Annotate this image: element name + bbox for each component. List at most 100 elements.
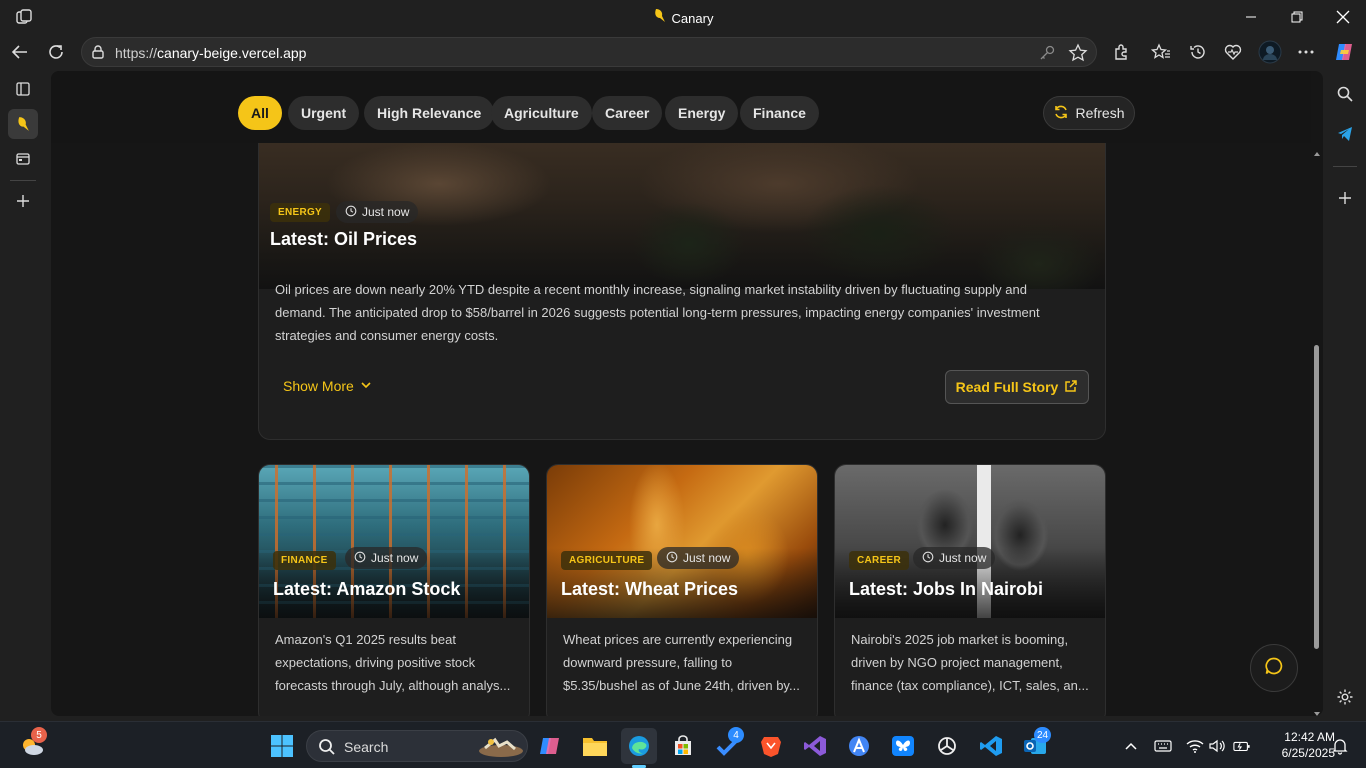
window-title-text: Canary <box>671 11 714 26</box>
clock-date: 6/25/2025 <box>1281 746 1335 760</box>
filter-chip-energy[interactable]: Energy <box>665 96 739 130</box>
scroll-down-arrow-icon[interactable] <box>1313 705 1321 716</box>
navigation-bar: https://canary-beige.vercel.app <box>0 33 1366 71</box>
title-bar: Canary <box>0 0 1366 33</box>
filter-bar: All Urgent High Relevance Agriculture Ca… <box>51 71 1311 143</box>
battery-icon[interactable] <box>1233 737 1251 755</box>
timestamp-text: Just now <box>683 551 731 565</box>
clock-icon <box>354 551 366 566</box>
news-card-career[interactable]: CAREER Just now Latest: Jobs In Nairobi … <box>834 464 1106 716</box>
clock-time: 12:42 AM <box>1284 730 1335 744</box>
back-button[interactable] <box>5 37 35 67</box>
filter-chip-agriculture[interactable]: Agriculture <box>491 96 592 130</box>
category-badge: CAREER <box>849 551 910 570</box>
category-badge: FINANCE <box>273 551 336 570</box>
left-sidebar <box>0 71 46 721</box>
chevron-down-icon <box>360 378 372 394</box>
vscode-icon[interactable] <box>973 728 1009 764</box>
clock-icon <box>922 551 934 566</box>
reload-button[interactable] <box>41 37 71 67</box>
featured-title: Latest: Oil Prices <box>270 229 418 249</box>
copilot-icon[interactable] <box>1329 37 1359 67</box>
more-menu-icon[interactable] <box>1291 37 1321 67</box>
sidebar-divider <box>10 180 36 181</box>
category-badge: AGRICULTURE <box>561 551 653 570</box>
search-highlight-image <box>477 736 525 758</box>
close-button[interactable] <box>1320 0 1366 33</box>
bluesky-app-icon[interactable] <box>885 728 921 764</box>
microsoft-store-icon[interactable] <box>665 728 701 764</box>
timestamp-pill: Just now <box>657 547 740 569</box>
android-studio-icon[interactable] <box>841 728 877 764</box>
wifi-icon[interactable] <box>1186 737 1204 755</box>
outlook-badge: 24 <box>1034 727 1052 743</box>
file-explorer-icon[interactable] <box>577 728 613 764</box>
system-clock[interactable]: 12:42 AM 6/25/2025 <box>1255 729 1335 761</box>
refresh-button[interactable]: Refresh <box>1043 96 1135 130</box>
add-app-icon[interactable] <box>1333 186 1357 210</box>
tab-page-icon[interactable] <box>8 144 38 174</box>
window-title: Canary <box>0 8 1366 26</box>
visual-studio-icon[interactable] <box>797 728 833 764</box>
show-hidden-icons-chevron-up-icon[interactable] <box>1122 737 1140 755</box>
search-label: Search <box>344 739 389 755</box>
history-icon[interactable] <box>1183 37 1213 67</box>
extensions-icon[interactable] <box>1106 37 1136 67</box>
chatgpt-app-icon[interactable] <box>929 728 965 764</box>
filter-chip-all[interactable]: All <box>238 96 282 130</box>
filter-chip-urgent[interactable]: Urgent <box>288 96 360 130</box>
card-summary: Amazon's Q1 2025 results beat expectatio… <box>275 632 511 693</box>
scrollbar-thumb[interactable] <box>1314 345 1319 649</box>
sidebar-divider <box>1333 166 1357 167</box>
category-badge: ENERGY <box>270 203 331 222</box>
news-card-finance[interactable]: FINANCE Just now Latest: Amazon Stock Am… <box>258 464 530 716</box>
featured-news-card[interactable]: ENERGY Just now Latest: Oil Prices Oil p… <box>258 123 1106 440</box>
show-more-button[interactable]: Show More <box>283 378 372 394</box>
web-content: ENERGY Just now Latest: Oil Prices Oil p… <box>51 71 1323 716</box>
key-icon[interactable] <box>1037 43 1057 63</box>
url-prefix: https:// <box>115 45 158 61</box>
favorites-icon[interactable] <box>1146 37 1176 67</box>
card-title: Latest: Jobs In Nairobi <box>849 579 1044 599</box>
timestamp-text: Just now <box>371 551 419 565</box>
tab-actions-icon[interactable] <box>8 74 38 104</box>
start-button[interactable] <box>264 728 300 764</box>
copilot-app-icon[interactable] <box>532 728 568 764</box>
read-full-story-button[interactable]: Read Full Story <box>945 370 1089 404</box>
edge-browser-icon[interactable] <box>621 728 657 764</box>
scroll-up-arrow-icon[interactable] <box>1313 145 1321 156</box>
search-icon[interactable] <box>1333 82 1357 106</box>
volume-icon[interactable] <box>1208 737 1226 755</box>
taskbar-search-box[interactable]: Search <box>306 730 528 762</box>
site-info-icon[interactable] <box>90 44 106 60</box>
timestamp-pill: Just now <box>336 201 419 223</box>
url-host: canary-beige.vercel.app <box>157 45 307 61</box>
url-text: https://canary-beige.vercel.app <box>115 45 306 61</box>
right-sidebar <box>1324 71 1366 721</box>
filter-chip-finance[interactable]: Finance <box>740 96 819 130</box>
filter-chip-high-relevance[interactable]: High Relevance <box>364 96 495 130</box>
filter-chip-career[interactable]: Career <box>592 96 663 130</box>
browser-essentials-icon[interactable] <box>1218 37 1248 67</box>
notification-bell-icon[interactable] <box>1331 737 1349 755</box>
canary-tab[interactable] <box>8 109 38 139</box>
restore-button[interactable] <box>1274 0 1320 33</box>
new-tab-icon[interactable] <box>8 186 38 216</box>
news-card-agriculture[interactable]: AGRICULTURE Just now Latest: Wheat Price… <box>546 464 818 716</box>
minimize-button[interactable] <box>1228 0 1274 33</box>
keyboard-icon[interactable] <box>1154 737 1172 755</box>
favorite-star-icon[interactable] <box>1068 43 1088 63</box>
card-summary: Nairobi's 2025 job market is booming, dr… <box>851 632 1089 693</box>
settings-gear-icon[interactable] <box>1333 685 1357 709</box>
timestamp-text: Just now <box>939 551 987 565</box>
telegram-icon[interactable] <box>1333 122 1357 146</box>
read-full-label: Read Full Story <box>955 379 1059 395</box>
chat-button[interactable] <box>1250 644 1298 692</box>
profile-avatar[interactable] <box>1255 37 1285 67</box>
brave-browser-icon[interactable] <box>753 728 789 764</box>
show-more-label: Show More <box>283 378 354 394</box>
address-bar[interactable]: https://canary-beige.vercel.app <box>81 37 1097 67</box>
timestamp-pill: Just now <box>913 547 996 569</box>
todo-badge: 4 <box>728 727 744 743</box>
external-link-icon <box>1064 379 1078 396</box>
